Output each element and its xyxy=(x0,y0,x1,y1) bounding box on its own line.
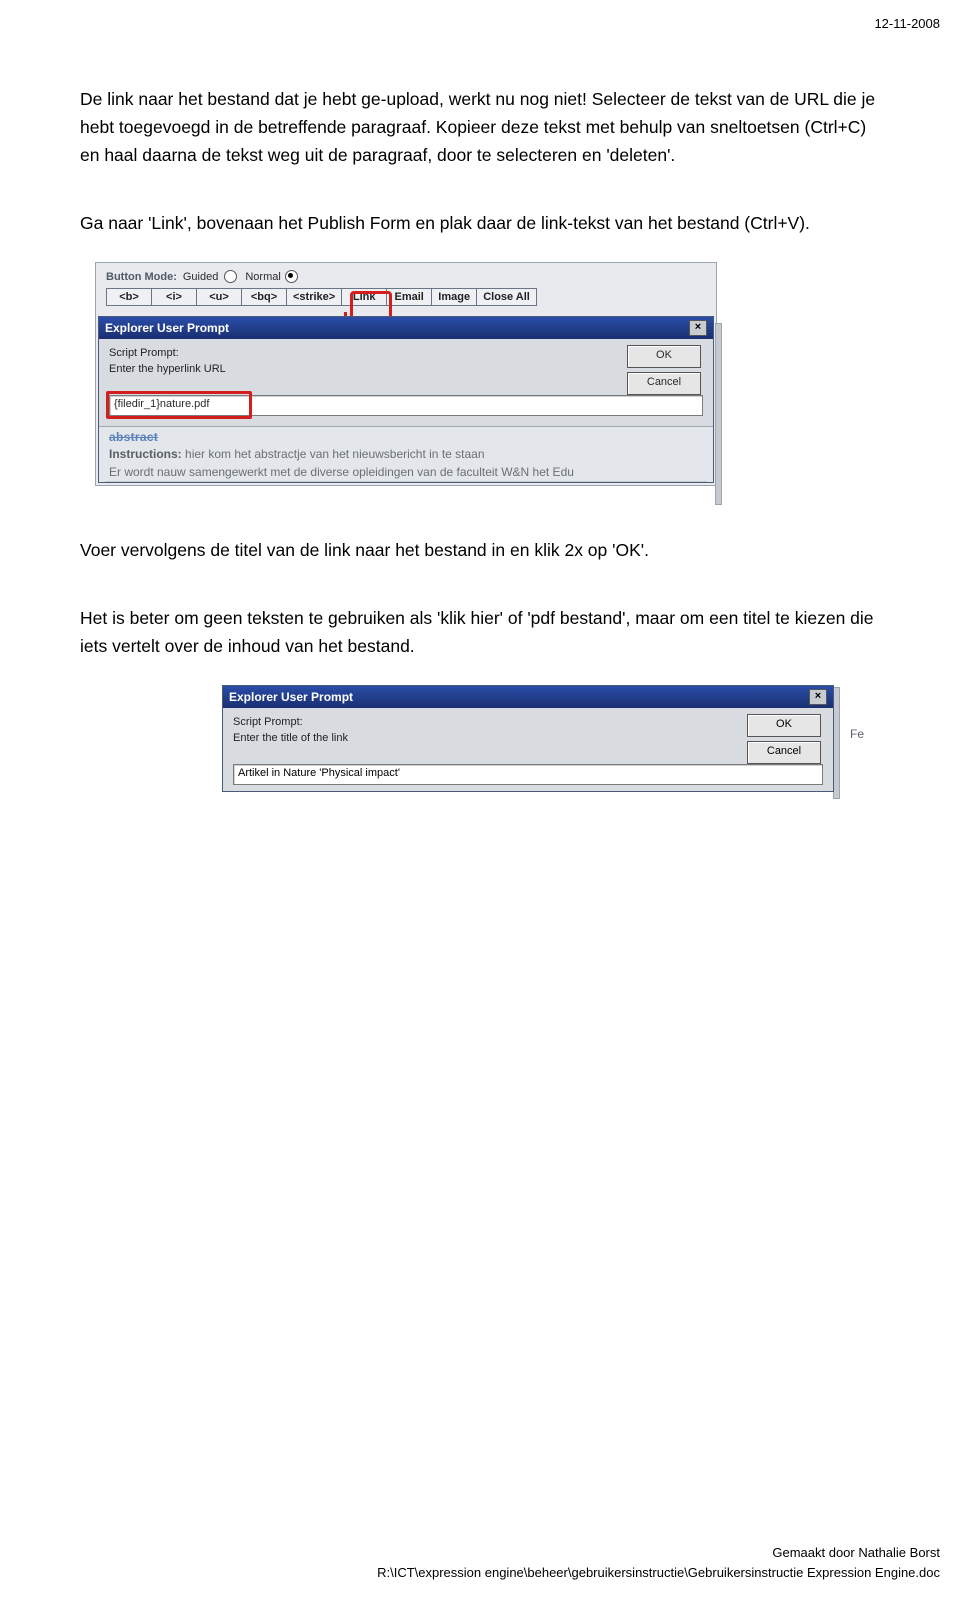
toolbar-blockquote[interactable]: <bq> xyxy=(241,288,287,306)
paragraph-4: Het is beter om geen teksten te gebruike… xyxy=(80,604,880,660)
toolbar-underline[interactable]: <u> xyxy=(196,288,242,306)
ok-button[interactable]: OK xyxy=(627,345,701,368)
paragraph-1: De link naar het bestand dat je hebt ge-… xyxy=(80,85,880,169)
link-title-input[interactable]: Artikel in Nature 'Physical impact' xyxy=(233,764,823,785)
dialog-title: Explorer User Prompt xyxy=(105,321,229,335)
toolbar-italic[interactable]: <i> xyxy=(151,288,197,306)
prompt-text: Enter the title of the link xyxy=(233,732,823,744)
radio-guided[interactable] xyxy=(224,270,237,283)
screenshot-publish-form: Button Mode: Guided Normal <b> <i> <u> <… xyxy=(95,262,717,486)
dialog-hyperlink: Explorer User Prompt × OK Cancel Script … xyxy=(98,316,714,483)
scrollbar xyxy=(715,323,722,505)
truncated-content-line: Er wordt nauw samengewerkt met de divers… xyxy=(105,465,707,482)
struck-text: abstract xyxy=(105,429,707,445)
footer-author: Gemaakt door Nathalie Borst xyxy=(377,1543,940,1563)
ok-button[interactable]: OK xyxy=(747,714,821,737)
radio-normal[interactable] xyxy=(285,270,298,283)
cancel-button[interactable]: Cancel xyxy=(747,741,821,764)
close-icon[interactable]: × xyxy=(809,689,827,705)
toolbar-closeall[interactable]: Close All xyxy=(476,288,537,306)
dialog-title: Explorer User Prompt xyxy=(229,690,353,704)
footer-path: R:\ICT\expression engine\beheer\gebruike… xyxy=(377,1563,940,1583)
scrollbar xyxy=(833,687,840,799)
page-footer: Gemaakt door Nathalie Borst R:\ICT\expre… xyxy=(377,1543,940,1582)
hyperlink-url-input[interactable]: {filedir_1}nature.pdf xyxy=(109,395,703,416)
instructions-label: Instructions: xyxy=(109,447,182,461)
formatting-toolbar: <b> <i> <u> <bq> <strike> Link Email Ima… xyxy=(96,288,716,312)
toolbar-link[interactable]: Link xyxy=(341,288,387,306)
dialog-link-title: Explorer User Prompt × OK Cancel Script … xyxy=(222,685,834,792)
instructions-text: hier kom het abstractje van het nieuwsbe… xyxy=(185,447,485,461)
toolbar-image[interactable]: Image xyxy=(431,288,477,306)
script-prompt-label: Script Prompt: xyxy=(109,347,703,359)
mode-normal-text: Normal xyxy=(245,271,280,283)
toolbar-email[interactable]: Email xyxy=(386,288,432,306)
mode-guided-text: Guided xyxy=(183,271,218,283)
script-prompt-label: Script Prompt: xyxy=(233,716,823,728)
cancel-button[interactable]: Cancel xyxy=(627,372,701,395)
paragraph-3: Voer vervolgens de titel van de link naa… xyxy=(80,536,880,564)
prompt-text: Enter the hyperlink URL xyxy=(109,363,703,375)
page-date: 12-11-2008 xyxy=(874,16,940,31)
paragraph-2: Ga naar 'Link', bovenaan het Publish For… xyxy=(80,209,880,237)
cutoff-text: Fe xyxy=(850,727,864,741)
toolbar-bold[interactable]: <b> xyxy=(106,288,152,306)
button-mode-label: Button Mode: xyxy=(106,271,177,283)
close-icon[interactable]: × xyxy=(689,320,707,336)
screenshot-title-prompt: Fe Explorer User Prompt × OK Cancel Scri… xyxy=(220,685,836,792)
toolbar-strike[interactable]: <strike> xyxy=(286,288,342,306)
